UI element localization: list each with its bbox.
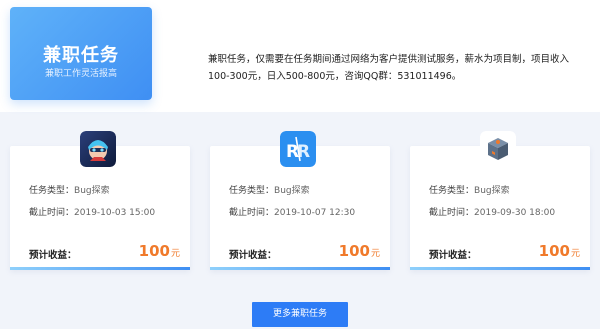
hero-section: 兼职任务 兼职工作灵活报高 兼职任务，仅需要在任务期间通过网络为客户提供测试服务… — [0, 0, 600, 112]
earn-unit: 元 — [570, 249, 580, 259]
hero-description: 兼职任务，仅需要在任务期间通过网络为客户提供测试服务，薪水为项目制，项目收入10… — [208, 54, 570, 82]
deadline-row: 截止时间：2019-10-07 12:30 — [229, 205, 355, 218]
task-card[interactable]: 任务类型：Bug探索 截止时间：2019-10-03 15:00 预计收益： 1… — [10, 131, 190, 270]
hero-title: 兼职任务 — [43, 45, 119, 66]
earn-amount: 100元 — [339, 242, 380, 260]
task-card[interactable]: 任务类型：Bug探索 截止时间：2019-09-30 18:00 预计收益： 1… — [410, 131, 590, 270]
deadline-value: 2019-10-03 15:00 — [74, 208, 156, 218]
task-type-row: 任务类型：Bug探索 — [229, 183, 310, 196]
task-type-label: 任务类型： — [429, 186, 475, 196]
earn-label: 预计收益： — [429, 250, 477, 261]
earn-amount-value: 100 — [138, 242, 170, 260]
deadline-value: 2019-09-30 18:00 — [474, 208, 556, 218]
task-type-row: 任务类型：Bug探索 — [429, 183, 510, 196]
deadline-value: 2019-10-07 12:30 — [274, 208, 356, 218]
earn-label: 预计收益： — [29, 250, 77, 261]
card-accent-bar — [410, 267, 590, 270]
more-tasks-button[interactable]: 更多兼职任务 — [252, 302, 348, 327]
task-type-value: Bug探索 — [274, 186, 310, 196]
task-card[interactable]: R R 任务类型：Bug探索 截止时间：2019-10-07 12:30 预计收… — [210, 131, 390, 270]
task-type-value: Bug探索 — [474, 186, 510, 196]
deadline-label: 截止时间： — [29, 208, 75, 218]
earn-unit: 元 — [170, 249, 180, 259]
earn-amount-value: 100 — [538, 242, 570, 260]
task-type-label: 任务类型： — [229, 186, 275, 196]
earn-label: 预计收益： — [229, 250, 277, 261]
task-type-label: 任务类型： — [29, 186, 75, 196]
earn-unit: 元 — [370, 249, 380, 259]
deadline-label: 截止时间： — [429, 208, 475, 218]
card-accent-bar — [210, 267, 390, 270]
box-app-icon — [480, 131, 516, 167]
earn-amount-value: 100 — [338, 242, 370, 260]
deadline-row: 截止时间：2019-10-03 15:00 — [29, 205, 155, 218]
rr-app-icon: R R — [280, 131, 316, 167]
card-accent-bar — [10, 267, 190, 270]
task-type-value: Bug探索 — [74, 186, 110, 196]
task-type-row: 任务类型：Bug探索 — [29, 183, 110, 196]
game-character-icon — [80, 131, 116, 167]
deadline-label: 截止时间： — [229, 208, 275, 218]
earn-amount: 100元 — [539, 242, 580, 260]
task-cards: 任务类型：Bug探索 截止时间：2019-10-03 15:00 预计收益： 1… — [0, 130, 600, 275]
hero-subtitle: 兼职工作灵活报高 — [44, 69, 117, 79]
hero-banner: 兼职任务 兼职工作灵活报高 — [10, 7, 152, 100]
deadline-row: 截止时间：2019-09-30 18:00 — [429, 205, 555, 218]
earn-amount: 100元 — [139, 242, 180, 260]
